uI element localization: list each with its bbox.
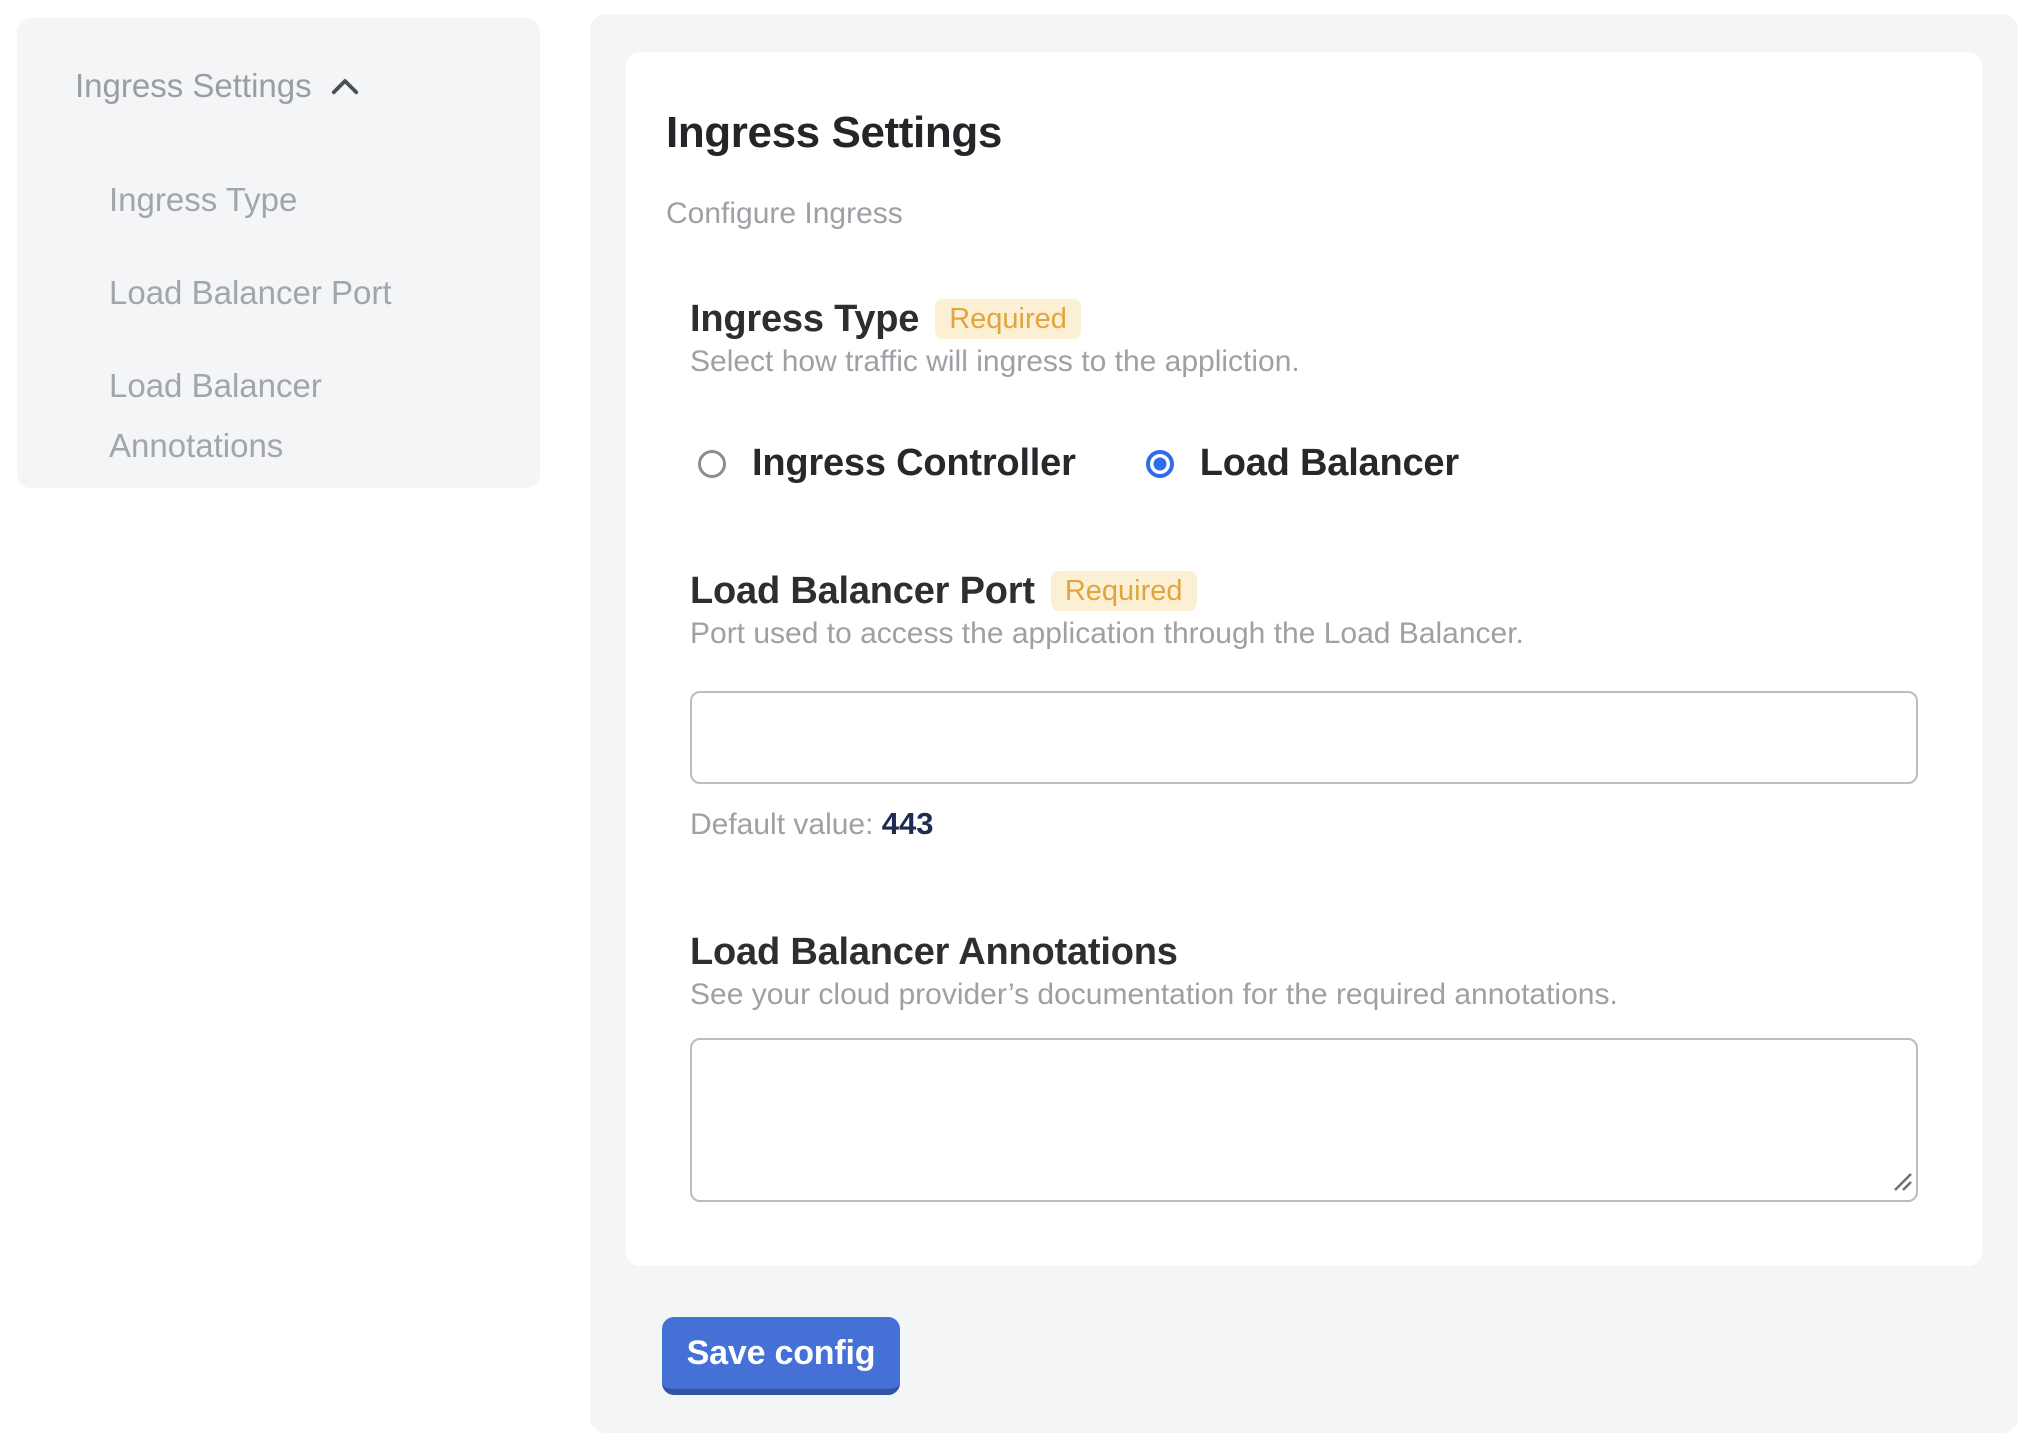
- page-subtitle: Configure Ingress: [666, 196, 1942, 232]
- chevron-up-icon: [330, 76, 360, 96]
- section-load-balancer-port: Load Balancer Port Required Port used to…: [666, 571, 1942, 843]
- required-badge: Required: [1051, 571, 1197, 611]
- load-balancer-annotations-textarea[interactable]: [690, 1038, 1918, 1202]
- radio-label-ingress-controller: Ingress Controller: [752, 442, 1076, 485]
- radio-option-load-balancer[interactable]: Load Balancer: [1146, 442, 1459, 485]
- section-load-balancer-annotations: Load Balancer Annotations See your cloud…: [666, 932, 1942, 1202]
- required-badge: Required: [935, 299, 1081, 339]
- sidebar: Ingress Settings Ingress Type Load Balan…: [17, 18, 540, 488]
- default-value-number: 443: [882, 806, 934, 841]
- section-description: Select how traffic will ingress to the a…: [690, 346, 1918, 378]
- radio-option-ingress-controller[interactable]: Ingress Controller: [698, 442, 1076, 485]
- save-config-button[interactable]: Save config: [662, 1317, 900, 1395]
- section-title-load-balancer-annotations: Load Balancer Annotations: [690, 932, 1178, 972]
- section-title-ingress-type: Ingress Type: [690, 299, 919, 339]
- sidebar-item-ingress-type[interactable]: Ingress Type: [109, 170, 485, 230]
- sidebar-item-load-balancer-annotations[interactable]: Load Balancer Annotations: [109, 356, 485, 476]
- radio-ingress-controller-icon[interactable]: [698, 450, 726, 478]
- default-value-label: Default value:: [690, 808, 873, 841]
- section-description: See your cloud provider’s documentation …: [690, 979, 1918, 1011]
- page-title: Ingress Settings: [666, 107, 1942, 159]
- section-ingress-type: Ingress Type Required Select how traffic…: [666, 299, 1942, 485]
- load-balancer-port-input[interactable]: [690, 691, 1918, 784]
- radio-load-balancer-icon[interactable]: [1146, 450, 1174, 478]
- radio-label-load-balancer: Load Balancer: [1200, 442, 1459, 485]
- sidebar-group-ingress-settings[interactable]: Ingress Settings: [75, 62, 516, 110]
- sidebar-item-load-balancer-port[interactable]: Load Balancer Port: [109, 263, 485, 323]
- section-description: Port used to access the application thro…: [690, 618, 1918, 650]
- sidebar-nav: Ingress Type Load Balancer Port Load Bal…: [109, 170, 516, 476]
- main-panel: Ingress Settings Configure Ingress Ingre…: [590, 14, 2018, 1433]
- ingress-type-radio-group: Ingress Controller Load Balancer: [690, 442, 1918, 485]
- ingress-settings-card: Ingress Settings Configure Ingress Ingre…: [626, 52, 1982, 1266]
- sidebar-group-label: Ingress Settings: [75, 62, 312, 110]
- section-title-load-balancer-port: Load Balancer Port: [690, 571, 1035, 611]
- default-value-row: Default value: 443: [690, 806, 1918, 843]
